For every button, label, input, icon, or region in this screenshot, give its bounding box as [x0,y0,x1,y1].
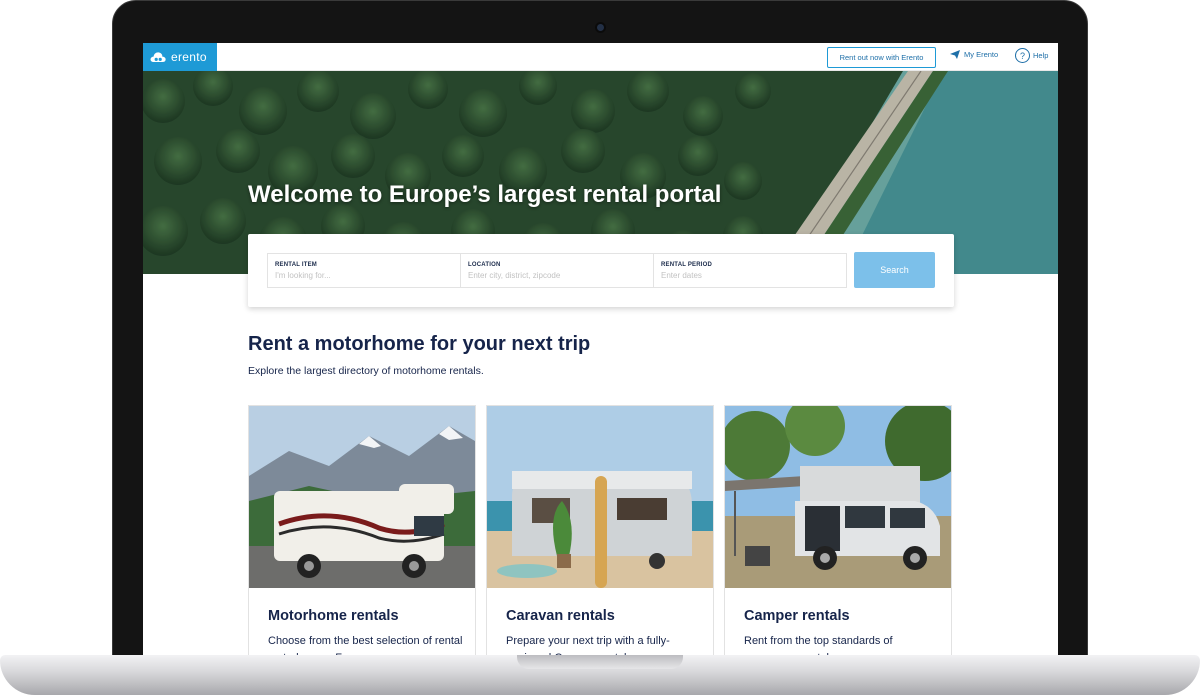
rental-period-input[interactable] [661,271,831,280]
logo-text: erento [171,50,207,64]
card-description: Rent from the top standards of campervan… [744,635,893,656]
rent-out-button[interactable]: Rent out now with Erento [827,47,936,68]
search-panel: RENTAL ITEM LOCATION RENTAL PERIOD Searc… [248,234,954,307]
browser-screen: erento Rent out now with Erento My Erent… [143,43,1058,656]
caravan-image [487,406,713,588]
my-erento-link[interactable]: My Erento [950,50,998,59]
section-subtitle: Explore the largest directory of motorho… [248,365,484,377]
search-button[interactable]: Search [854,252,935,288]
rental-item-field[interactable]: RENTAL ITEM [267,253,461,288]
rental-item-label: RENTAL ITEM [275,262,317,268]
erento-logo[interactable]: erento [143,43,217,71]
motorhome-image [249,406,475,588]
location-field[interactable]: LOCATION [460,253,654,288]
help-link[interactable]: ? Help [1015,48,1048,63]
location-label: LOCATION [468,262,501,268]
section-title: Rent a motorhome for your next trip [248,333,591,355]
webcam-icon [595,22,606,33]
laptop-base-notch [517,655,683,669]
help-icon: ? [1015,48,1030,63]
card-description: Choose from the best selection of rental… [268,635,463,656]
caravan-card[interactable]: Caravan rentals Prepare your next trip w… [486,405,714,656]
site-header: erento Rent out now with Erento My Erent… [143,43,1058,71]
card-title: Caravan rentals [506,608,615,624]
camper-card[interactable]: Camper rentals Rent from the top standar… [724,405,952,656]
cloud-logo-icon [150,52,166,62]
hero-title: Welcome to Europe’s largest rental porta… [248,181,722,208]
rental-item-input[interactable] [275,271,445,280]
card-title: Motorhome rentals [268,608,399,624]
motorhome-card[interactable]: Motorhome rentals Choose from the best s… [248,405,476,656]
rental-period-label: RENTAL PERIOD [661,262,713,268]
card-title: Camper rentals [744,608,850,624]
card-description: Prepare your next trip with a fully-equi… [506,635,670,656]
camper-image [725,406,951,588]
location-input[interactable] [468,271,638,280]
paper-plane-icon [950,50,960,59]
rental-period-field[interactable]: RENTAL PERIOD [653,253,847,288]
help-label: Help [1033,51,1049,60]
my-erento-label: My Erento [964,50,999,59]
